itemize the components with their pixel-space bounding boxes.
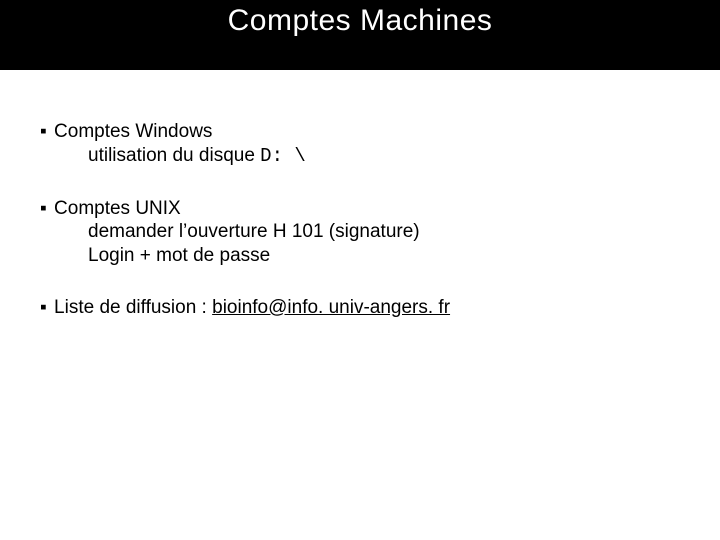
slide-content: ▪ Comptes Windows utilisation du disque … (0, 70, 720, 320)
bullet-sub: utilisation du disque D: \ (88, 144, 680, 169)
square-icon: ▪ (40, 296, 47, 320)
bullet-head-text: Liste de diffusion : (54, 297, 212, 318)
bullet-head: ▪ Comptes Windows (40, 120, 680, 144)
slide: Comptes Machines ▪ Comptes Windows utili… (0, 0, 720, 540)
bullet-unix: ▪ Comptes UNIX demander l’ouverture H 10… (40, 197, 680, 268)
square-icon: ▪ (40, 120, 47, 144)
square-icon: ▪ (40, 197, 47, 221)
mailing-list-link[interactable]: bioinfo@info. univ-angers. fr (212, 297, 450, 318)
sub-mono: D: \ (260, 145, 306, 167)
slide-title: Comptes Machines (228, 4, 493, 38)
bullet-head-text: Comptes Windows (54, 121, 212, 142)
bullet-windows: ▪ Comptes Windows utilisation du disque … (40, 120, 680, 169)
bullet-head: ▪ Comptes UNIX (40, 197, 680, 221)
title-bar: Comptes Machines (0, 0, 720, 70)
bullet-sub: demander l’ouverture H 101 (signature) (88, 220, 680, 244)
bullet-head-text: Comptes UNIX (54, 198, 181, 219)
sub-text: utilisation du disque (88, 145, 260, 166)
bullet-sub: Login + mot de passe (88, 244, 680, 268)
bullet-mailing-list: ▪ Liste de diffusion : bioinfo@info. uni… (40, 296, 680, 320)
